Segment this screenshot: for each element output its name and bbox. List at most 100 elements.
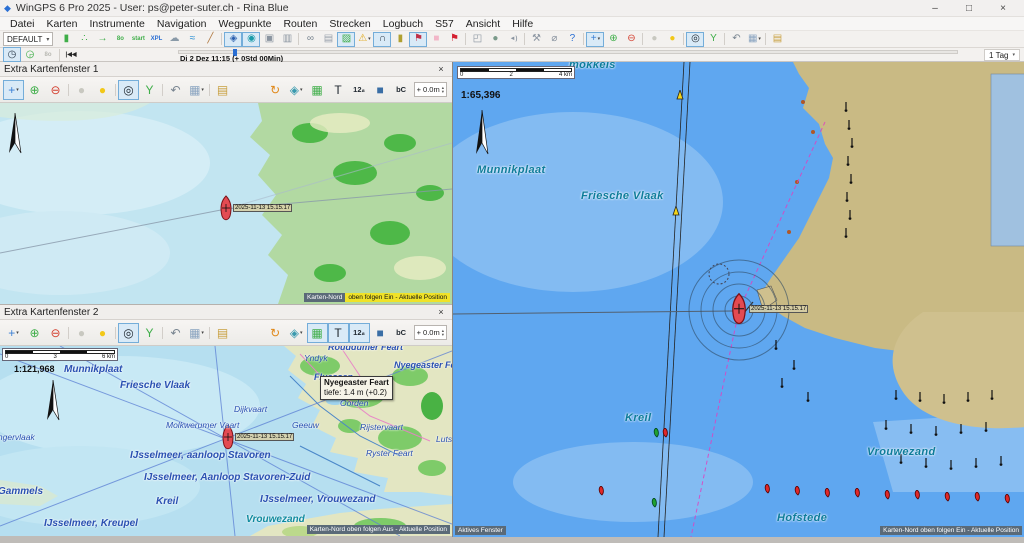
text-labels-button[interactable]: T	[328, 323, 349, 343]
center-vessel-button[interactable]: ◎	[118, 80, 139, 100]
menu-hilfe[interactable]: Hilfe	[506, 18, 539, 30]
window-layout-button[interactable]: ◰	[468, 32, 486, 47]
close-icon[interactable]: ×	[434, 64, 448, 74]
area-select-button[interactable]: ■	[427, 32, 445, 47]
chart-drawer-button[interactable]: ▤	[212, 80, 233, 100]
menu-s57[interactable]: S57	[429, 18, 460, 30]
backlight-on-button[interactable]: ●	[92, 323, 113, 343]
weather-overlay-button[interactable]: ☁	[165, 32, 183, 47]
close-icon[interactable]: ×	[434, 307, 448, 317]
warnings-button[interactable]: ⚠▾	[355, 32, 373, 47]
waypoint-list-button[interactable]: 8o	[111, 32, 129, 47]
rewind-button[interactable]: |◀◀	[62, 47, 80, 62]
panel2-header[interactable]: Extra Kartenfenster 2 ×	[0, 305, 452, 320]
search-magnifier-button[interactable]: ⌀	[545, 32, 563, 47]
sound-button[interactable]: ◄)	[504, 32, 522, 47]
menu-ansicht[interactable]: Ansicht	[460, 18, 506, 30]
chart-compass-button[interactable]: ◈	[224, 32, 242, 47]
panel1-header[interactable]: Extra Kartenfenster 1 ×	[0, 62, 452, 77]
depth-area-button[interactable]: ■	[370, 80, 391, 100]
menu-navigation[interactable]: Navigation	[151, 18, 213, 30]
goto-waypoint-button[interactable]: →	[93, 32, 111, 47]
help-button[interactable]: ?	[563, 32, 581, 47]
depth-offset-spinner[interactable]: + 0.0m▴▾	[414, 82, 447, 97]
settings-wrench-button[interactable]: ⚒	[527, 32, 545, 47]
globe-view-button[interactable]: ●	[486, 32, 504, 47]
zoom-in-button[interactable]: ⊕	[604, 32, 622, 47]
menu-routen[interactable]: Routen	[277, 18, 323, 30]
route-editor-button[interactable]: ∴	[75, 32, 93, 47]
zoom-in-button[interactable]: ⊕	[24, 323, 45, 343]
follow-vessel-button[interactable]: ◉	[242, 32, 260, 47]
depth-numbers-button[interactable]: 12₈	[349, 80, 370, 100]
chart-set-button[interactable]: ▣	[260, 32, 278, 47]
zoom-in-button[interactable]: ⊕	[24, 80, 45, 100]
depth-area-button[interactable]: ■	[370, 323, 391, 343]
backlight-off-button[interactable]: ●	[645, 32, 663, 47]
menu-datei[interactable]: Datei	[4, 18, 41, 30]
depth-offset-spinner[interactable]: + 0.0m▴▾	[414, 325, 447, 340]
backlight-on-button[interactable]: ●	[92, 80, 113, 100]
route-split-button[interactable]: Y	[704, 32, 722, 47]
auto-rotate-button[interactable]: ↻	[265, 80, 286, 100]
backlight-off-button[interactable]: ●	[71, 80, 92, 100]
pan-mode-button[interactable]: +▾	[3, 80, 24, 100]
menu-strecken[interactable]: Strecken	[323, 18, 376, 30]
auto-rotate-button[interactable]: ↻	[265, 323, 286, 343]
route-draw-button[interactable]: ╱	[201, 32, 219, 47]
gps-connection-button[interactable]: ▮	[57, 32, 75, 47]
zoom-out-button[interactable]: ⊖	[622, 32, 640, 47]
chart-atlas-button[interactable]: ▤	[319, 32, 337, 47]
chart-drawer-button[interactable]: ▤	[768, 32, 786, 47]
close-button[interactable]: ×	[986, 3, 1020, 14]
minimize-button[interactable]: –	[918, 3, 952, 14]
chart-set-alt-button[interactable]: ▥	[278, 32, 296, 47]
chart-drawer-button[interactable]: ▤	[212, 323, 233, 343]
center-vessel-button[interactable]: ◎	[118, 323, 139, 343]
road-map-button[interactable]: ▨	[337, 32, 355, 47]
backlight-on-button[interactable]: ●	[663, 32, 681, 47]
pan-mode-button[interactable]: +▾	[586, 32, 604, 47]
chart-pattern-button[interactable]: ▦	[307, 323, 328, 343]
spinner-arrows-icon[interactable]: ▴▾	[442, 329, 444, 337]
menu-wegpunkte[interactable]: Wegpunkte	[213, 18, 278, 30]
time-clock-button[interactable]: ◷	[3, 47, 21, 62]
chart-orientation-button[interactable]: ◈▾	[286, 80, 307, 100]
backlight-off-button[interactable]: ●	[71, 323, 92, 343]
start-navigation-button[interactable]: start	[129, 32, 147, 47]
text-labels-button[interactable]: T	[328, 80, 349, 100]
timeline-slider[interactable]	[178, 50, 958, 54]
center-vessel-button[interactable]: ◎	[686, 32, 704, 47]
chart-grid-button[interactable]: ▦▾	[745, 32, 763, 47]
undo-button[interactable]: ↶	[165, 323, 186, 343]
main-map[interactable]: mokkelsMunnikplaatFriesche VlaakKreilVro…	[452, 62, 1024, 537]
time-waypoints-button[interactable]: 8o	[39, 47, 57, 62]
xpl-export-button[interactable]: XPL	[147, 32, 165, 47]
zoom-out-button[interactable]: ⊖	[45, 323, 66, 343]
undo-button[interactable]: ↶	[727, 32, 745, 47]
zoom-out-button[interactable]: ⊖	[45, 80, 66, 100]
binoculars-button[interactable]: ∞	[301, 32, 319, 47]
chart-pattern-button[interactable]: ▦	[307, 80, 328, 100]
panel1-map[interactable]: 2025-11-13 15.15.17 Karten-Nord oben fol…	[0, 103, 452, 304]
bridges-button[interactable]: ∩	[373, 32, 391, 47]
depth-contours-button[interactable]: bC	[391, 80, 412, 100]
chart-grid-button[interactable]: ▦▾	[186, 323, 207, 343]
depth-contours-button[interactable]: bC	[391, 323, 412, 343]
time-sync-button[interactable]: ◶	[21, 47, 39, 62]
chart-grid-button[interactable]: ▦▾	[186, 80, 207, 100]
spinner-arrows-icon[interactable]: ▴▾	[442, 86, 444, 94]
waypoint-flag-button[interactable]: ⚑	[445, 32, 463, 47]
menu-logbuch[interactable]: Logbuch	[377, 18, 429, 30]
profile-combo[interactable]: DEFAULT ▾	[3, 32, 53, 46]
route-split-button[interactable]: Y	[139, 80, 160, 100]
time-range-combo[interactable]: 1 Tag ▾	[984, 49, 1020, 61]
tide-info-button[interactable]: ≈	[183, 32, 201, 47]
depth-numbers-button[interactable]: 12₈	[349, 323, 370, 343]
undo-button[interactable]: ↶	[165, 80, 186, 100]
pan-mode-button[interactable]: +▾	[3, 323, 24, 343]
menu-instrumente[interactable]: Instrumente	[83, 18, 150, 30]
panel2-map[interactable]: Rouddumer FeartYndykMunnikplaatFriesche …	[0, 346, 452, 536]
chart-orientation-button[interactable]: ◈▾	[286, 323, 307, 343]
harbour-info-button[interactable]: ▮	[391, 32, 409, 47]
